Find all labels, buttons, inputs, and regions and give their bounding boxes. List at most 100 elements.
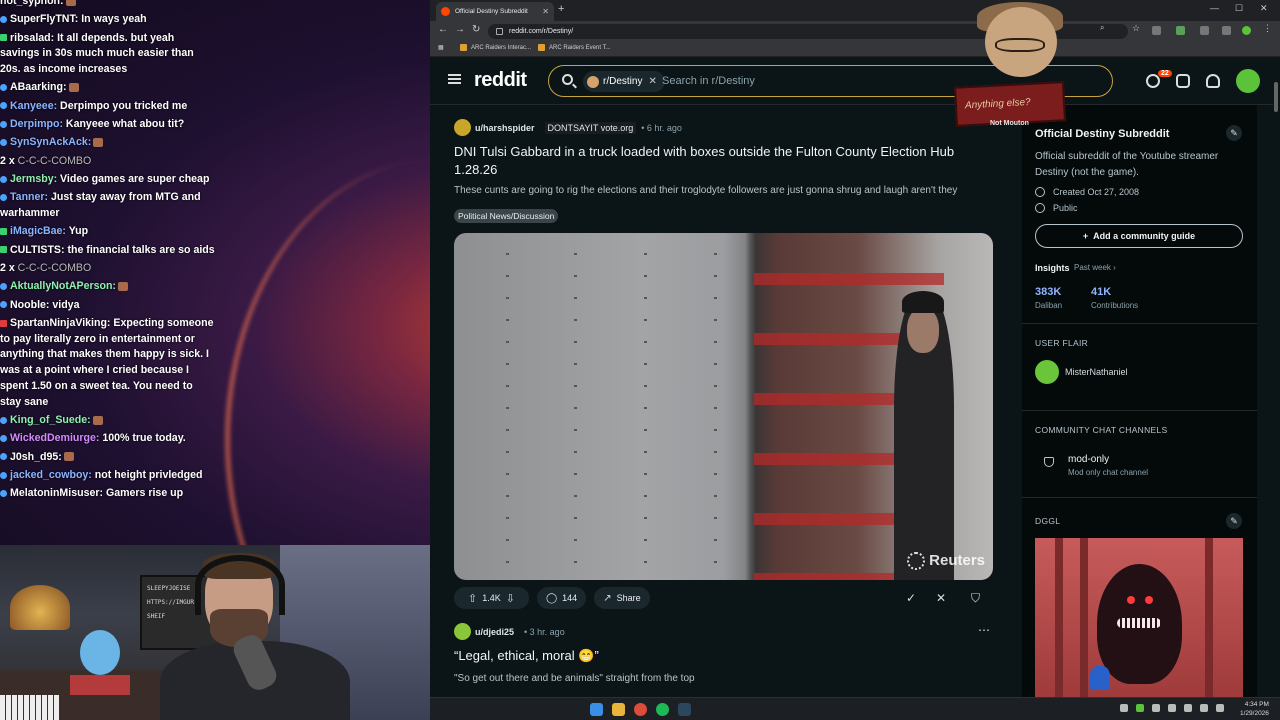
cartoon-glasses [995,38,1045,52]
post-author[interactable]: u/djedi25 [475,627,514,637]
chip-remove-icon[interactable]: ✕ [648,76,656,87]
chat-username[interactable]: Kanyeee: [10,100,57,112]
close-window-icon[interactable]: ✕ [1260,3,1268,14]
chat-badge-icon [0,301,7,309]
post-image[interactable]: Reuters [454,233,993,580]
chrome-icon[interactable] [634,703,647,716]
system-clock[interactable]: 4:34 PM 1/29/2026 [1240,700,1269,718]
remove-x-icon[interactable]: ✕ [936,591,946,605]
tray-icon[interactable] [1120,704,1128,712]
extension-icon[interactable] [1152,26,1161,35]
comments-button[interactable]: ◯ 144 [536,587,587,609]
chat-username[interactable]: not_syphon: [0,0,64,7]
chat-username[interactable]: J0sh_d95: [10,451,62,463]
tray-icon[interactable] [1136,704,1144,712]
chat-text: In ways yeah [78,13,147,26]
create-post-icon[interactable] [1176,74,1190,88]
insights-range-dropdown[interactable]: Past week › [1074,263,1116,272]
spotify-icon[interactable] [656,703,669,716]
chat-username[interactable]: Tanner: [10,191,48,203]
profile-icon[interactable] [1242,26,1251,35]
chat-icon[interactable] [1146,74,1160,88]
post-author-avatar[interactable] [454,623,471,640]
scrollbar-thumb[interactable] [1274,82,1278,112]
site-info-icon[interactable] [496,28,503,35]
chat-username[interactable]: AktuallyNotAPerson: [10,280,116,292]
chat-message-list: not_syphon: SuperFlyTNT: In ways yeah ribs… [0,0,218,505]
image-person-face [907,308,939,353]
post-title[interactable]: “Legal, ethical, moral 😁” [454,647,994,665]
file-explorer-icon[interactable] [612,703,625,716]
close-tab-icon[interactable]: ✕ [542,7,549,16]
headphones [195,555,285,615]
windows-taskbar: 4:34 PM 1/29/2026 [430,697,1280,720]
chat-username[interactable]: SynSynAckAck: [10,136,91,148]
edit-pencil-icon[interactable]: ✎ [1226,513,1242,529]
chat-username[interactable]: SuperFlyTNT: [10,13,78,25]
chat-username[interactable]: King_of_Suede: [10,414,91,426]
browser-tab[interactable]: Official Destiny Subreddit ✕ [436,2,554,21]
chat-username[interactable]: ABaarking: [10,81,67,93]
bookmark-star-icon[interactable]: ☆ [1132,23,1141,33]
network-icon[interactable] [1184,704,1192,712]
combo-label: C-C-C-COMBO [17,154,92,167]
hamburger-menu-icon[interactable] [448,74,461,84]
dggl-artwork[interactable] [1035,538,1243,697]
chat-badge-icon [0,416,7,424]
post-author-avatar[interactable] [454,119,471,136]
battery-icon[interactable] [1216,704,1224,712]
chat-username[interactable]: MelatoninMisuser: [10,487,103,499]
new-tab-icon[interactable]: + [558,3,564,15]
tray-icon[interactable] [1168,704,1176,712]
chat-username[interactable]: Derpimpo: [10,118,63,130]
share-button[interactable]: ↗ Share [594,587,650,609]
extensions-puzzle-icon[interactable] [1200,26,1209,35]
extension-icon[interactable] [1176,26,1185,35]
minimize-icon[interactable]: — [1210,3,1219,13]
chat-count-badge: 22 [1158,70,1172,77]
volume-icon[interactable] [1200,704,1208,712]
chat-username[interactable]: jacked_cowboy: [10,469,92,481]
user-flair-name[interactable]: MisterNathaniel [1065,367,1128,377]
reload-icon[interactable]: ↻ [472,24,480,35]
post-time: • 6 hr. ago [641,122,682,133]
notifications-bell-icon[interactable] [1206,74,1220,88]
chat-username[interactable]: ribsalad: [10,32,54,44]
chat-username[interactable]: CULTISTS: [10,244,65,256]
post-author[interactable]: u/harshspider [475,123,535,133]
chat-message: Nooble: vidya [0,298,216,314]
mod-shield-icon[interactable]: ⛉ [971,591,980,606]
chat-username[interactable]: WickedDemiurge: [10,432,99,444]
page-scrollbar[interactable] [1273,57,1280,697]
bookmark-item[interactable]: ARC Raiders Interac... [460,44,531,51]
approve-check-icon[interactable]: ✓ [906,591,916,605]
bookmark-item[interactable]: ARC Raiders Event T... [538,44,611,51]
downvote-icon[interactable]: ⇩ [506,592,515,605]
post-overflow-menu-icon[interactable]: ⋯ [978,623,990,637]
start-icon[interactable] [590,703,603,716]
reddit-logo[interactable]: reddit [474,69,527,92]
chat-username[interactable]: Jermsby: [10,173,57,185]
menu-kebab-icon[interactable]: ⋮ [1263,23,1272,33]
post-title[interactable]: DNI Tulsi Gabbard in a truck loaded with… [454,143,994,179]
globe-icon [1035,203,1045,213]
channel-name[interactable]: mod-only [1068,454,1109,465]
add-community-guide-button[interactable]: + Add a community guide [1035,224,1243,248]
user-avatar[interactable] [1236,69,1260,93]
chat-username[interactable]: SpartanNinjaViking: [10,317,110,329]
maximize-icon[interactable]: ☐ [1235,3,1243,14]
apps-grid-icon[interactable]: ▦ [438,44,444,51]
back-icon[interactable]: ← [438,24,448,35]
post-flair-tag[interactable]: Political News/Discussion [454,209,559,223]
subreddit-search-chip[interactable]: r/Destiny ✕ [583,71,665,92]
upvote-icon[interactable]: ⇧ [468,592,477,605]
chat-username[interactable]: iMagicBae: [10,225,66,237]
tray-icon[interactable] [1152,704,1160,712]
steam-icon[interactable] [678,703,691,716]
chat-username[interactable]: Nooble: [10,299,49,311]
zoom-icon[interactable]: ⌕ [1100,23,1109,32]
edit-pencil-icon[interactable]: ✎ [1226,125,1242,141]
side-panel-icon[interactable] [1222,26,1231,35]
forward-icon[interactable]: → [455,24,465,35]
comment-icon: ◯ [545,592,558,604]
